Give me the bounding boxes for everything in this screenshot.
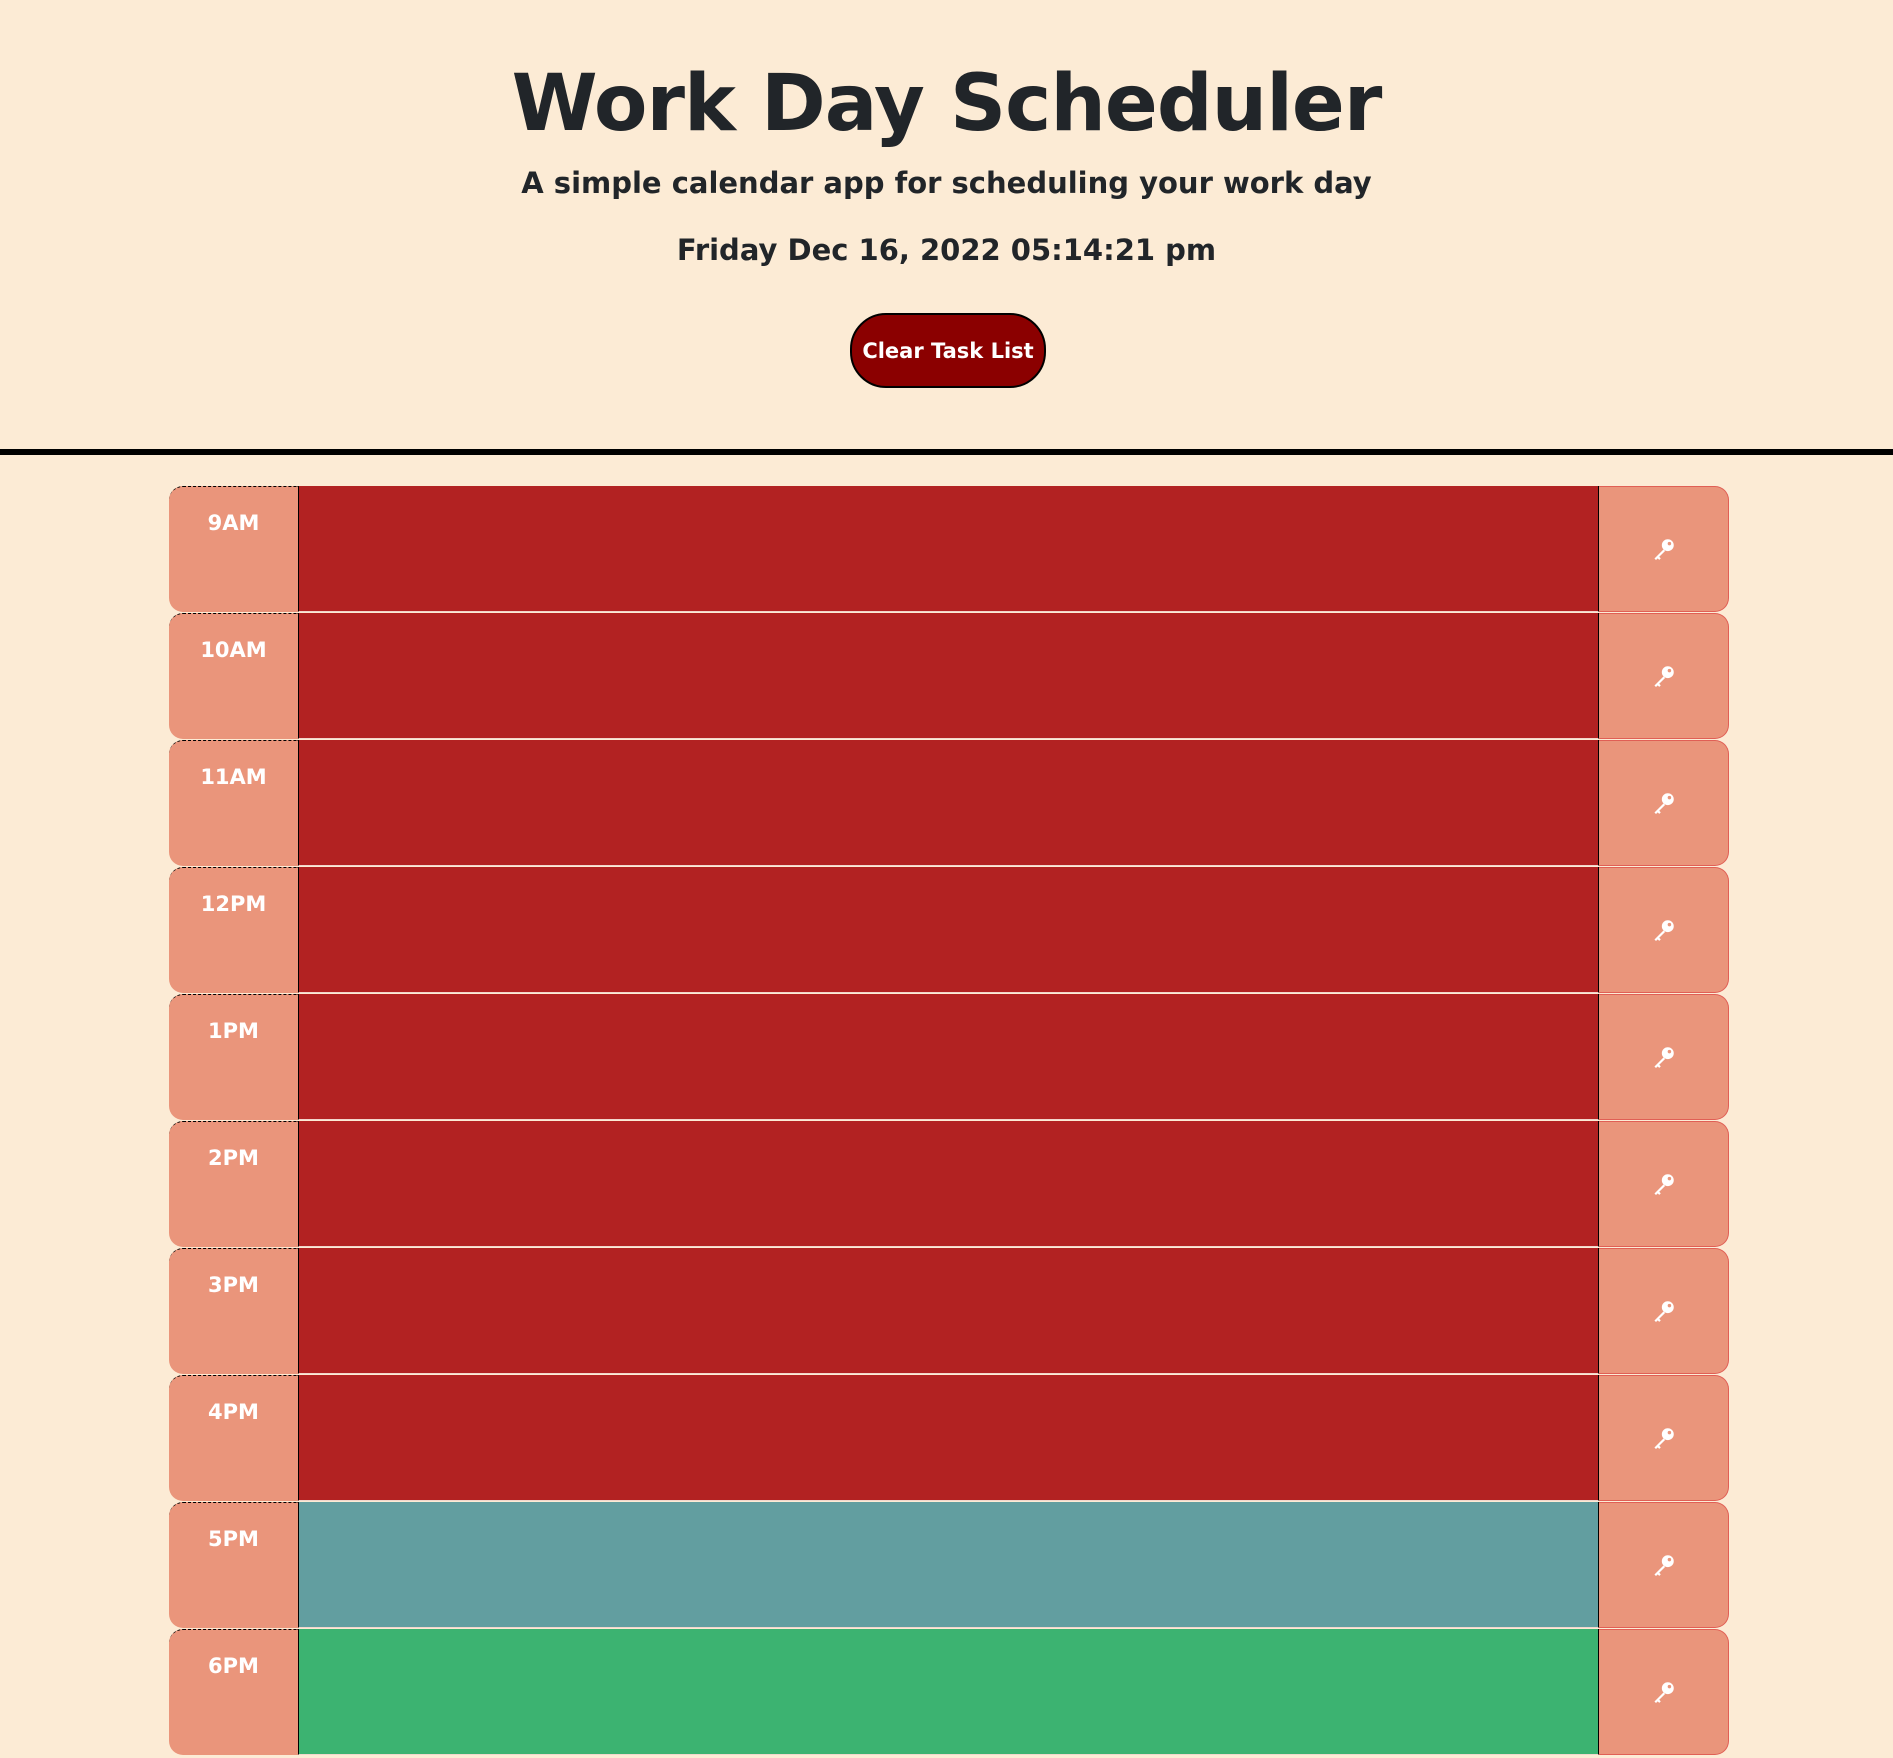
time-block: 11AM (169, 740, 1729, 867)
time-block: 4PM (169, 1375, 1729, 1502)
time-block: 9AM (169, 486, 1729, 613)
hour-label: 12PM (169, 867, 298, 993)
hour-label: 6PM (169, 1629, 298, 1755)
header: Work Day Scheduler A simple calendar app… (0, 0, 1893, 455)
task-input[interactable] (298, 1629, 1599, 1755)
time-block: 10AM (169, 613, 1729, 740)
hour-label: 4PM (169, 1375, 298, 1501)
key-icon (1599, 1298, 1728, 1324)
key-icon (1599, 1679, 1728, 1705)
hour-label: 3PM (169, 1248, 298, 1374)
time-block: 5PM (169, 1502, 1729, 1629)
key-icon (1599, 1044, 1728, 1070)
save-button[interactable] (1599, 1502, 1729, 1628)
task-input[interactable] (298, 1248, 1599, 1374)
task-input[interactable] (298, 1121, 1599, 1247)
key-icon (1599, 1171, 1728, 1197)
task-input[interactable] (298, 994, 1599, 1120)
save-button[interactable] (1599, 1121, 1729, 1247)
task-input[interactable] (298, 1375, 1599, 1501)
save-button[interactable] (1599, 1375, 1729, 1501)
save-button[interactable] (1599, 1248, 1729, 1374)
save-button[interactable] (1599, 486, 1729, 612)
time-block: 2PM (169, 1121, 1729, 1248)
schedule-container: 9AM 10AM 11AM 12PM 1PM 2PM 3PM 4PM 5PM 6… (169, 486, 1729, 1756)
time-block: 1PM (169, 994, 1729, 1121)
time-block: 12PM (169, 867, 1729, 994)
hour-label: 2PM (169, 1121, 298, 1247)
task-input[interactable] (298, 740, 1599, 866)
key-icon (1599, 917, 1728, 943)
key-icon (1599, 1425, 1728, 1451)
hour-label: 9AM (169, 486, 298, 612)
key-icon (1599, 663, 1728, 689)
task-input[interactable] (298, 613, 1599, 739)
hour-label: 1PM (169, 994, 298, 1120)
task-input[interactable] (298, 867, 1599, 993)
save-button[interactable] (1599, 867, 1729, 993)
save-button[interactable] (1599, 994, 1729, 1120)
key-icon (1599, 1552, 1728, 1578)
hour-label: 5PM (169, 1502, 298, 1628)
key-icon (1599, 790, 1728, 816)
save-button[interactable] (1599, 613, 1729, 739)
hour-label: 10AM (169, 613, 298, 739)
task-input[interactable] (298, 486, 1599, 612)
page-subtitle: A simple calendar app for scheduling you… (521, 166, 1372, 200)
hour-label: 11AM (169, 740, 298, 866)
save-button[interactable] (1599, 1629, 1729, 1755)
time-block: 3PM (169, 1248, 1729, 1375)
task-input[interactable] (298, 1502, 1599, 1628)
key-icon (1599, 536, 1728, 562)
save-button[interactable] (1599, 740, 1729, 866)
time-block: 6PM (169, 1629, 1729, 1756)
current-day: Friday Dec 16, 2022 05:14:21 pm (676, 233, 1217, 267)
clear-task-list-button[interactable]: Clear Task List (850, 313, 1046, 388)
page-title: Work Day Scheduler (511, 59, 1383, 149)
